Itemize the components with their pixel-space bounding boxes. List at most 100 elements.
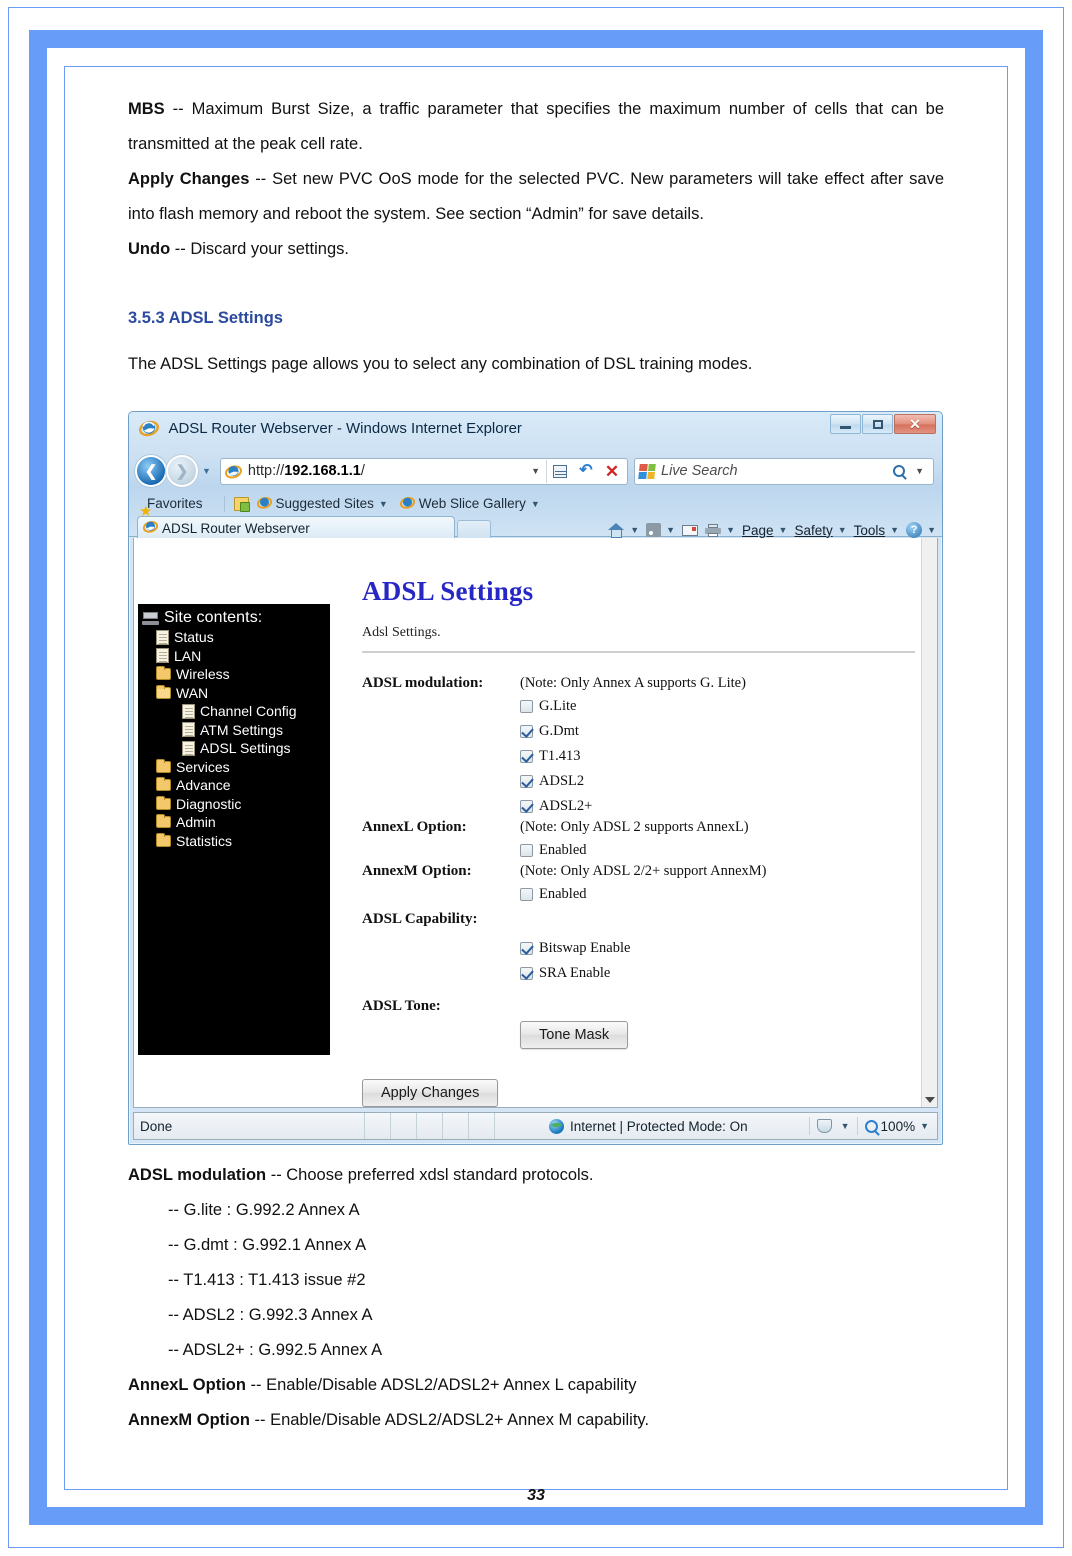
print-button[interactable]: ▼ [705, 523, 735, 537]
chevron-down-icon[interactable]: ▼ [920, 1121, 929, 1131]
checkbox-row-glite[interactable]: G.Lite [362, 694, 915, 719]
computer-icon [142, 611, 159, 625]
document-body-after-figure: ADSL modulation -- Choose preferred xdsl… [128, 1158, 944, 1438]
sidebar-item-wan[interactable]: WAN [142, 684, 330, 703]
search-icon[interactable] [893, 465, 906, 477]
chevron-down-icon[interactable]: ▼ [838, 525, 847, 535]
chevron-down-icon[interactable]: ▼ [630, 525, 639, 535]
paragraph-annexl-option: AnnexL Option -- Enable/Disable ADSL2/AD… [128, 1368, 944, 1403]
page-menu-button[interactable]: Page ▼ [742, 523, 787, 538]
divider [362, 651, 915, 653]
chevron-down-icon[interactable]: ▼ [779, 525, 788, 535]
annexm-enabled-checkbox[interactable] [520, 888, 533, 901]
feeds-button[interactable]: ▼ [646, 523, 675, 537]
scroll-down-arrow-icon[interactable] [925, 1097, 935, 1103]
sra-label: SRA Enable [539, 965, 611, 981]
address-dropdown-icon[interactable]: ▼ [531, 466, 540, 476]
chevron-down-icon[interactable]: ▼ [841, 1121, 850, 1131]
annexm-note: (Note: Only ADSL 2/2+ support AnnexM) [520, 863, 767, 879]
paragraph-annexm-option: AnnexM Option -- Enable/Disable ADSL2/AD… [128, 1403, 944, 1438]
glite-checkbox[interactable] [520, 700, 533, 713]
tone-mask-button[interactable]: Tone Mask [520, 1021, 629, 1049]
t1413-checkbox[interactable] [520, 750, 533, 763]
bullet-t1413: -- T1.413 : T1.413 issue #2 [168, 1271, 366, 1289]
checkbox-row-gdmt[interactable]: G.Dmt [362, 719, 915, 744]
close-button[interactable]: ✕ [894, 414, 936, 434]
home-button[interactable]: ▼ [608, 522, 639, 538]
annexl-enabled-checkbox[interactable] [520, 844, 533, 857]
sidebar-item-advance[interactable]: Advance [142, 776, 330, 795]
chevron-down-icon[interactable]: ▼ [927, 525, 936, 535]
sidebar-item-services[interactable]: Services [142, 758, 330, 777]
back-button[interactable]: ❮ [137, 457, 165, 485]
suggested-sites-button[interactable]: Suggested Sites ▼ [256, 495, 388, 513]
term-annexm-option: AnnexM Option [128, 1411, 250, 1429]
search-box[interactable]: Live Search ▼ [634, 457, 934, 485]
privacy-shield-icon[interactable] [816, 1118, 834, 1134]
chevron-down-icon[interactable]: ▼ [531, 499, 540, 509]
paragraph-mbs: MBS -- Maximum Burst Size, a traffic par… [128, 92, 944, 162]
stop-button[interactable]: ✕ [599, 459, 625, 484]
checkbox-row-annexm-enabled[interactable]: Enabled [362, 882, 915, 907]
checkbox-row-t1413[interactable]: T1.413 [362, 744, 915, 769]
zoom-icon[interactable] [864, 1119, 878, 1133]
apply-changes-button[interactable]: Apply Changes [362, 1079, 499, 1107]
adsl-modulation-note: (Note: Only Annex A supports G. Lite) [520, 675, 746, 691]
checkbox-row-bitswap[interactable]: Bitswap Enable [362, 936, 915, 961]
browser-tab[interactable]: ADSL Router Webserver [137, 516, 455, 539]
new-tab-button[interactable] [457, 520, 491, 539]
checkbox-row-annexl-enabled[interactable]: Enabled [362, 838, 915, 863]
sidebar-item-wireless[interactable]: Wireless [142, 665, 330, 684]
checkbox-row-adsl2plus[interactable]: ADSL2+ [362, 794, 915, 819]
sidebar-item-statistics[interactable]: Statistics [142, 832, 330, 851]
search-provider-dropdown-icon[interactable]: ▼ [915, 466, 924, 476]
minimize-button[interactable] [830, 414, 861, 434]
web-slice-ie-icon [399, 495, 415, 513]
sidebar-item-diagnostic[interactable]: Diagnostic [142, 795, 330, 814]
rss-feed-icon [646, 523, 662, 537]
doc-icon [156, 629, 169, 645]
bitswap-checkbox[interactable] [520, 942, 533, 955]
sidebar-item-admin[interactable]: Admin [142, 813, 330, 832]
adsl2-checkbox[interactable] [520, 775, 533, 788]
maximize-button[interactable] [862, 414, 893, 434]
checkbox-row-sra[interactable]: SRA Enable [362, 961, 915, 986]
chevron-down-icon[interactable]: ▼ [890, 525, 899, 535]
web-slice-gallery-button[interactable]: Web Slice Gallery ▼ [399, 495, 540, 513]
compatibility-view-button[interactable] [547, 459, 573, 484]
sidebar-item-atm-settings[interactable]: ATM Settings [142, 721, 330, 740]
doc-icon [182, 722, 195, 738]
address-bar[interactable]: http://192.168.1.1/ ▼ ↶ ✕ [219, 457, 628, 485]
sidebar-item-adsl-settings[interactable]: ADSL Settings [142, 739, 330, 758]
folder-icon [156, 814, 171, 829]
refresh-button[interactable]: ↶ [573, 459, 599, 484]
sidebar-item-status[interactable]: Status [142, 628, 330, 647]
sidebar-item-channel-config[interactable]: Channel Config [142, 702, 330, 721]
adsl2plus-checkbox[interactable] [520, 800, 533, 813]
checkbox-row-adsl2[interactable]: ADSL2 [362, 769, 915, 794]
forward-button[interactable]: ❯ [168, 457, 196, 485]
help-button[interactable]: ? ▼ [906, 522, 936, 538]
paragraph-adsl-modulation: ADSL modulation -- Choose preferred xdsl… [128, 1158, 944, 1193]
chevron-down-icon[interactable]: ▼ [379, 499, 388, 509]
t1413-label: T1.413 [539, 748, 581, 764]
history-dropdown-icon[interactable]: ▼ [202, 466, 211, 476]
browser-chrome: ADSL Router Webserver - Windows Internet… [129, 412, 942, 539]
add-to-favorites-icon[interactable] [233, 496, 250, 512]
read-mail-button[interactable] [682, 524, 699, 536]
paragraph-apply-changes: Apply Changes -- Set new PVC OoS mode fo… [128, 162, 944, 232]
vertical-scrollbar[interactable] [921, 538, 937, 1107]
sidebar-item-label: Wireless [176, 666, 230, 683]
chevron-down-icon[interactable]: ▼ [666, 525, 675, 535]
safety-menu-button[interactable]: Safety ▼ [794, 523, 846, 538]
term-annexl-option: AnnexL Option [128, 1376, 246, 1394]
chevron-down-icon[interactable]: ▼ [726, 525, 735, 535]
gdmt-checkbox[interactable] [520, 725, 533, 738]
tools-menu-button[interactable]: Tools ▼ [854, 523, 899, 538]
security-zone-indicator[interactable]: Internet | Protected Mode: On [494, 1113, 802, 1139]
sra-checkbox[interactable] [520, 967, 533, 980]
page-viewport: Site contents: Status LAN Wireless WAN C… [133, 538, 938, 1108]
sidebar-item-lan[interactable]: LAN [142, 647, 330, 666]
